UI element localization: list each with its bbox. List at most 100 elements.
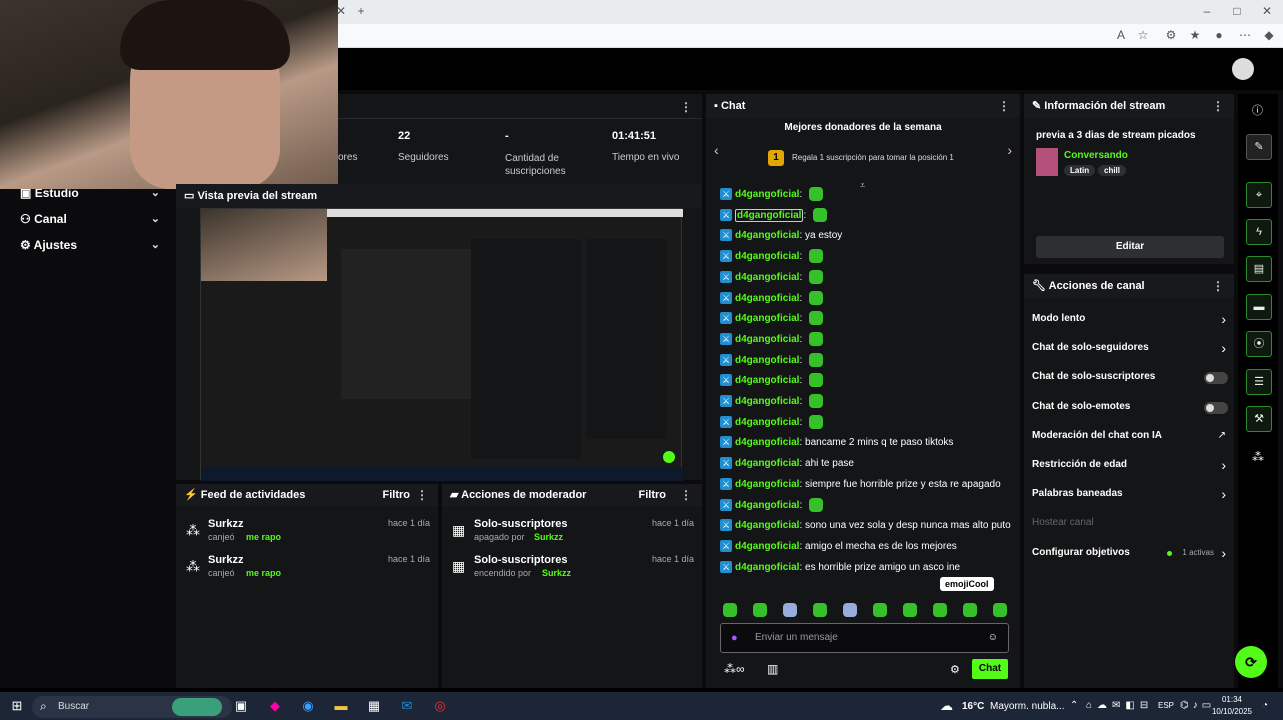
info-icon[interactable]: ⓘ xyxy=(1252,102,1263,118)
tray-icons[interactable]: ⌂☁✉◧⊟ xyxy=(1086,700,1156,711)
toggle-switch[interactable] xyxy=(1204,402,1228,414)
chat-input[interactable]: ● Enviar un mensaje ☺ xyxy=(720,623,1009,653)
kebab-icon[interactable]: ⋮ xyxy=(998,94,1010,118)
emote-option-icon[interactable] xyxy=(933,603,947,617)
kebab-icon[interactable]: ⋮ xyxy=(1212,94,1224,118)
folder-icon[interactable]: ▬ xyxy=(328,694,354,718)
plus-icon[interactable]: + xyxy=(354,4,368,18)
channel-action-item[interactable]: Palabras baneadas › xyxy=(1032,486,1228,502)
copilot-icon[interactable]: ◆ xyxy=(1262,28,1276,42)
emote-option-icon[interactable] xyxy=(723,603,737,617)
mic-icon[interactable]: ● xyxy=(731,632,738,644)
chat-username[interactable]: d4gangoficial xyxy=(735,500,799,511)
emote-option-icon[interactable] xyxy=(843,603,857,617)
kebab-icon[interactable]: ⋮ xyxy=(1212,274,1224,298)
chat-username[interactable]: d4gangoficial xyxy=(735,251,799,262)
chat-bubble-icon[interactable]: ▬ xyxy=(1246,294,1272,320)
chevron-right-icon[interactable]: › xyxy=(1007,142,1012,158)
read-aloud-icon[interactable]: A xyxy=(1114,28,1128,42)
edge-icon[interactable]: ◉ xyxy=(295,694,321,718)
category-name[interactable]: Conversando xyxy=(1064,150,1128,161)
tag[interactable]: Latin xyxy=(1064,165,1096,176)
emoji-icon[interactable]: ☺ xyxy=(988,632,998,643)
chat-username[interactable]: d4gangoficial xyxy=(735,313,799,324)
chat-username[interactable]: d4gangoficial xyxy=(735,189,799,200)
chat-username[interactable]: d4gangoficial xyxy=(735,293,799,304)
edit-button[interactable]: Editar xyxy=(1036,236,1224,258)
chat-username[interactable]: d4gangoficial xyxy=(735,479,799,490)
chat-username[interactable]: d4gangoficial xyxy=(735,396,799,407)
chat-username[interactable]: d4gangoficial xyxy=(735,209,804,222)
channel-action-item[interactable]: Moderación del chat con IA ↗ xyxy=(1032,430,1228,444)
chat-username[interactable]: d4gangoficial xyxy=(735,458,799,469)
points-icon[interactable]: ⁂∞ xyxy=(724,662,745,676)
edit-mode-icon[interactable]: ✎ xyxy=(1246,134,1272,160)
emote-option-icon[interactable] xyxy=(813,603,827,617)
avatar[interactable] xyxy=(1232,58,1254,80)
tag[interactable]: chill xyxy=(1098,165,1127,176)
camera-icon[interactable]: ⌖ xyxy=(1246,182,1272,208)
filter-button[interactable]: Filtro xyxy=(383,484,411,506)
store-icon[interactable]: ▦ xyxy=(361,694,387,718)
favorite-icon[interactable]: ☆ xyxy=(1136,28,1150,42)
task-view-icon[interactable]: ▣ xyxy=(228,694,254,718)
points-icon[interactable]: ⁂ xyxy=(1252,450,1264,464)
channel-action-item[interactable]: Configurar objetivos 1 activas › xyxy=(1032,545,1228,561)
channel-action-item[interactable]: Chat de solo-seguidores › xyxy=(1032,340,1228,356)
copilot-icon[interactable]: ◆ xyxy=(262,694,288,718)
send-chat-button[interactable]: Chat xyxy=(972,659,1008,679)
channel-action-item[interactable]: Chat de solo-emotes xyxy=(1032,401,1228,415)
input-language[interactable]: ESP xyxy=(1158,701,1174,710)
document-icon[interactable]: ▤ xyxy=(1246,256,1272,282)
chat-username[interactable]: d4gangoficial xyxy=(735,520,799,531)
channel-action-item[interactable]: Hostear canal xyxy=(1032,517,1228,531)
chat-username[interactable]: d4gangoficial xyxy=(735,541,799,552)
chat-username[interactable]: d4gangoficial xyxy=(735,375,799,386)
sidebar-item-canal[interactable]: ⚇ Canal ⌄ xyxy=(20,212,160,226)
windows-icon[interactable]: ⊞ xyxy=(4,694,30,718)
notification-icon[interactable]: ◔ xyxy=(1262,700,1268,711)
filter-button[interactable]: Filtro xyxy=(639,484,667,506)
clock-date[interactable]: 10/10/2025 xyxy=(1207,707,1257,716)
kebab-icon[interactable]: ⋮ xyxy=(680,484,692,506)
obs-icon[interactable]: ◎ xyxy=(427,694,453,718)
chat-username[interactable]: d4gangoficial xyxy=(735,417,799,428)
stream-video[interactable] xyxy=(200,208,683,481)
kebab-icon[interactable]: ⋮ xyxy=(680,100,692,114)
wrench-icon[interactable]: ⚒ xyxy=(1246,406,1272,432)
extensions-icon[interactable]: ⚙ xyxy=(1164,28,1178,42)
profile-icon[interactable]: ● xyxy=(1212,28,1226,42)
chevron-left-icon[interactable]: ‹ xyxy=(714,142,719,158)
channel-action-item[interactable]: Modo lento › xyxy=(1032,311,1228,327)
gear-icon[interactable]: ⚙ xyxy=(950,663,960,676)
minimize-icon[interactable]: – xyxy=(1200,4,1214,18)
chat-username[interactable]: d4gangoficial xyxy=(735,355,799,366)
favorites-icon[interactable]: ★ xyxy=(1188,28,1202,42)
maximize-icon[interactable]: □ xyxy=(1230,4,1244,18)
chat-username[interactable]: d4gangoficial xyxy=(735,562,799,573)
store-icon[interactable]: ▥ xyxy=(767,662,778,676)
window-close-icon[interactable]: ✕ xyxy=(1260,4,1274,18)
chat-username[interactable]: d4gangoficial xyxy=(735,230,799,241)
emote-option-icon[interactable] xyxy=(873,603,887,617)
broadcast-icon[interactable]: ⦿ xyxy=(1246,331,1272,357)
kebab-icon[interactable]: ⋮ xyxy=(416,484,428,506)
channel-action-item[interactable]: Restricción de edad › xyxy=(1032,457,1228,473)
emote-option-icon[interactable] xyxy=(993,603,1007,617)
emote-option-icon[interactable] xyxy=(783,603,797,617)
chat-username[interactable]: d4gangoficial xyxy=(735,272,799,283)
bolt-icon[interactable]: ϟ xyxy=(1246,219,1272,245)
tray-chevron-icon[interactable]: ⌃ xyxy=(1070,700,1078,711)
chat-username[interactable]: d4gangoficial xyxy=(735,334,799,345)
layers-icon[interactable]: ☰ xyxy=(1246,369,1272,395)
outlook-icon[interactable]: ✉ xyxy=(394,694,420,718)
sidebar-item-ajustes[interactable]: ⚙ Ajustes ⌄ xyxy=(20,238,160,252)
channel-action-item[interactable]: Chat de solo-suscriptores xyxy=(1032,371,1228,385)
taskbar-search[interactable]: ⌕ Buscar xyxy=(32,696,232,718)
chat-username[interactable]: d4gangoficial xyxy=(735,437,799,448)
support-button[interactable]: ⟳ xyxy=(1235,646,1267,678)
emote-option-icon[interactable] xyxy=(903,603,917,617)
toggle-switch[interactable] xyxy=(1204,372,1228,384)
clock-time[interactable]: 01:34 xyxy=(1215,695,1249,704)
collapse-icon[interactable]: ⩡ xyxy=(860,180,865,191)
